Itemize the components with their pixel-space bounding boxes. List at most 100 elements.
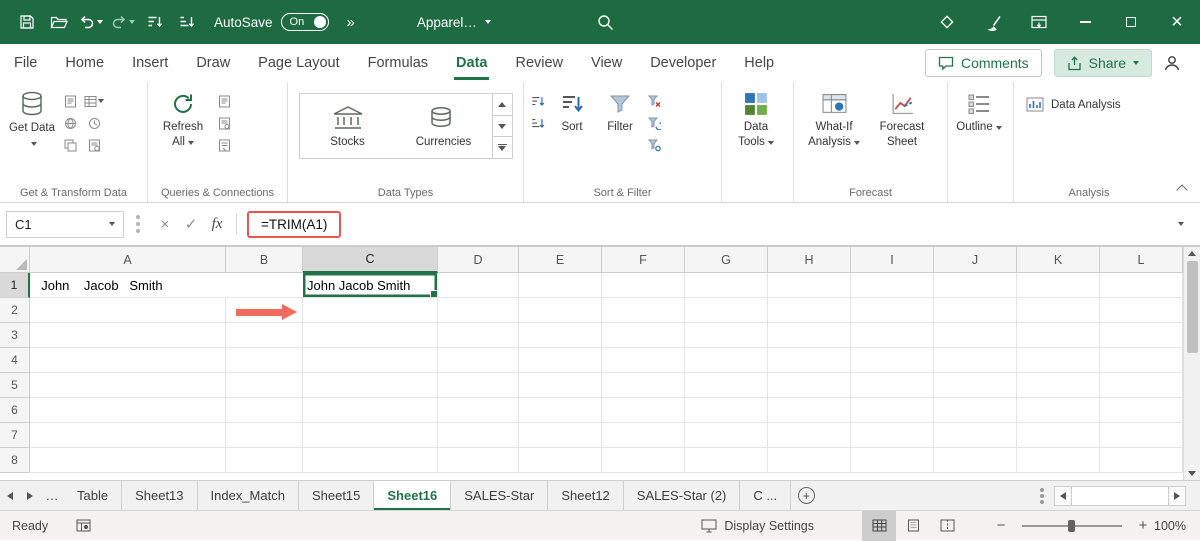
name-box-dropdown-icon[interactable] — [109, 222, 115, 226]
redo-button[interactable] — [108, 7, 138, 37]
cell[interactable] — [1100, 298, 1183, 323]
edit-links-icon[interactable] — [214, 136, 234, 154]
properties-icon[interactable] — [214, 114, 234, 132]
cell[interactable] — [226, 448, 303, 473]
row-header-3[interactable]: 3 — [0, 323, 30, 348]
cell[interactable] — [768, 323, 851, 348]
sheet-tab-sheet12[interactable]: Sheet12 — [548, 481, 624, 510]
cell[interactable] — [519, 348, 602, 373]
clear-filter-icon[interactable] — [644, 92, 664, 110]
cell[interactable] — [30, 448, 226, 473]
cell[interactable] — [303, 448, 438, 473]
cell[interactable] — [226, 398, 303, 423]
row-header-8[interactable]: 8 — [0, 448, 30, 473]
cell[interactable] — [1100, 373, 1183, 398]
zoom-out-button[interactable]: − — [990, 517, 1012, 534]
from-table-dropdown-icon[interactable] — [98, 99, 104, 103]
column-header-l[interactable]: L — [1100, 247, 1183, 273]
cell[interactable] — [934, 373, 1017, 398]
cell[interactable] — [851, 448, 934, 473]
cell[interactable] — [438, 348, 519, 373]
cell[interactable] — [303, 348, 438, 373]
filter-button[interactable]: Filter — [596, 88, 644, 138]
gallery-more-icon[interactable] — [493, 137, 512, 158]
gallery-scroll-up-icon[interactable] — [492, 94, 512, 116]
cell[interactable] — [685, 348, 768, 373]
row-header-5[interactable]: 5 — [0, 373, 30, 398]
cell[interactable] — [1017, 423, 1100, 448]
gallery-scroll-down-icon[interactable] — [492, 116, 512, 138]
existing-connections-icon[interactable] — [60, 136, 80, 154]
cell[interactable] — [303, 398, 438, 423]
document-title[interactable]: Apparel… — [417, 15, 491, 30]
ribbon-tab-review[interactable]: Review — [501, 44, 577, 82]
cell[interactable] — [303, 298, 438, 323]
ribbon-tab-view[interactable]: View — [577, 44, 636, 82]
cell[interactable] — [602, 398, 685, 423]
hscroll-track[interactable] — [1072, 485, 1168, 506]
new-sheet-button[interactable]: + — [791, 481, 821, 510]
formula-bar-drag-handle[interactable] — [136, 222, 140, 226]
scroll-down-icon[interactable] — [1188, 471, 1196, 476]
cell-a1[interactable]: John Jacob Smith — [30, 273, 303, 298]
forecast-sheet-button[interactable]: Forecast Sheet — [870, 88, 934, 153]
cell[interactable] — [602, 273, 685, 298]
sheet-tab-sheet16-active[interactable]: Sheet16 — [374, 481, 452, 510]
qat-overflow-button[interactable]: » — [347, 14, 355, 31]
ribbon-tab-help[interactable]: Help — [730, 44, 788, 82]
close-button[interactable]: × — [1154, 0, 1200, 44]
scroll-up-icon[interactable] — [1188, 251, 1196, 256]
cancel-icon[interactable]: × — [152, 211, 178, 238]
sheet-tab-truncated[interactable]: C ... — [740, 481, 792, 510]
cell[interactable] — [438, 298, 519, 323]
cell[interactable] — [768, 398, 851, 423]
get-data-button[interactable]: Get Data — [4, 88, 60, 154]
redo-dropdown-icon[interactable] — [129, 20, 135, 24]
ribbon-tab-formulas[interactable]: Formulas — [354, 44, 442, 82]
minimize-button[interactable] — [1062, 0, 1108, 44]
undo-button[interactable] — [76, 7, 106, 37]
data-tools-dropdown-icon[interactable] — [767, 140, 774, 145]
vertical-scroll-thumb[interactable] — [1186, 261, 1198, 353]
ribbon-tab-insert[interactable]: Insert — [118, 44, 182, 82]
cell[interactable] — [602, 298, 685, 323]
autosave-control[interactable]: AutoSave On — [214, 13, 329, 31]
column-header-f[interactable]: F — [602, 247, 685, 273]
column-header-k[interactable]: K — [1017, 247, 1100, 273]
cell[interactable] — [226, 423, 303, 448]
advanced-filter-icon[interactable] — [644, 136, 664, 154]
what-if-dropdown-icon[interactable] — [853, 140, 860, 145]
ribbon-tab-home[interactable]: Home — [51, 44, 118, 82]
row-header-4[interactable]: 4 — [0, 348, 30, 373]
macro-record-icon[interactable] — [76, 519, 91, 532]
name-box[interactable]: C1 — [6, 210, 124, 238]
sheet-nav-right-icon[interactable] — [20, 481, 40, 510]
cell[interactable] — [768, 448, 851, 473]
from-text-csv-icon[interactable] — [60, 92, 80, 110]
cell[interactable] — [685, 323, 768, 348]
cell[interactable] — [519, 323, 602, 348]
data-type-stocks[interactable]: Stocks — [300, 94, 396, 158]
get-data-dropdown-icon[interactable] — [30, 141, 37, 146]
data-type-currencies[interactable]: Currencies — [396, 94, 492, 158]
cell[interactable] — [851, 298, 934, 323]
zoom-slider[interactable] — [1022, 519, 1122, 532]
cell[interactable] — [30, 348, 226, 373]
formula-bar-expand-icon[interactable] — [1178, 222, 1184, 226]
column-header-g[interactable]: G — [685, 247, 768, 273]
data-analysis-button[interactable]: Data Analysis — [1018, 92, 1129, 118]
cell[interactable] — [685, 398, 768, 423]
sheet-tab-index-match[interactable]: Index_Match — [198, 481, 299, 510]
share-button[interactable]: Share — [1053, 49, 1152, 77]
cell[interactable] — [851, 398, 934, 423]
cell[interactable] — [1100, 423, 1183, 448]
zoom-slider-knob[interactable] — [1068, 519, 1075, 532]
cell[interactable] — [934, 273, 1017, 298]
ribbon-tab-file[interactable]: File — [0, 44, 51, 82]
autosave-toggle[interactable]: On — [280, 13, 329, 31]
cell[interactable] — [934, 348, 1017, 373]
cell[interactable] — [602, 423, 685, 448]
cell[interactable] — [30, 298, 226, 323]
cell[interactable] — [768, 273, 851, 298]
sheet-tab-table[interactable]: Table — [64, 481, 123, 510]
